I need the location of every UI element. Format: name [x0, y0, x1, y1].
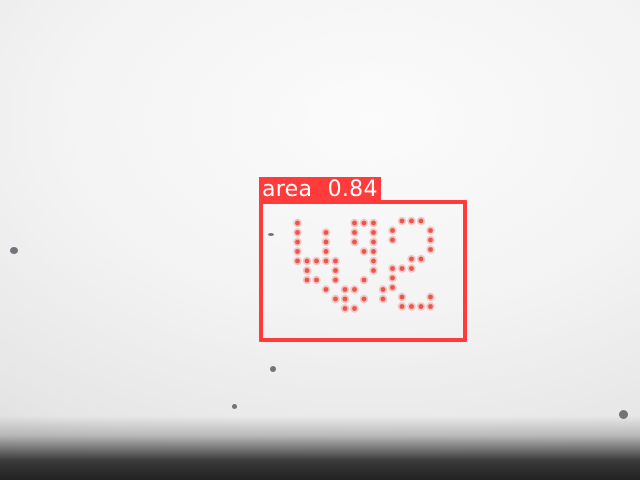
dust-speck [270, 366, 276, 372]
photo-scene: area 0.84 [0, 0, 640, 480]
detection-class-name: area [262, 177, 313, 202]
dust-speck [10, 247, 18, 254]
detection-bounding-box [259, 200, 467, 342]
dark-bottom-strip [0, 416, 640, 480]
dust-speck [232, 404, 237, 409]
detection-label: area 0.84 [259, 177, 381, 202]
detection-confidence: 0.84 [327, 177, 378, 202]
